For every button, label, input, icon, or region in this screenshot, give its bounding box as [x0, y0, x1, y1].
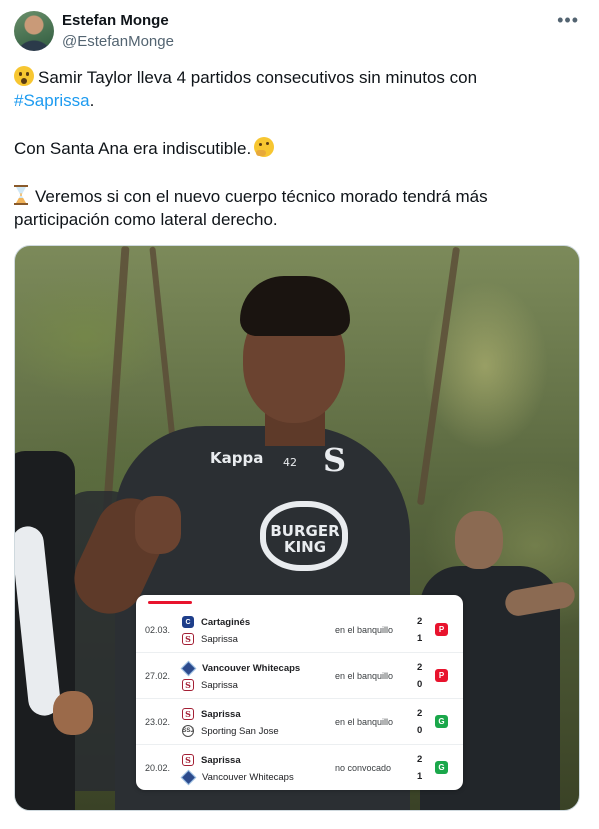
sponsor-logo-line2: KING	[283, 538, 327, 556]
author-handle[interactable]: @EstefanMonge	[62, 33, 174, 50]
club-crest-logo: S	[323, 441, 347, 479]
match-row[interactable]: 23.02. S Saprissa SSJ Sporting San Jose en el…	[136, 699, 463, 745]
saprissa-crest-icon: S	[182, 708, 194, 720]
match-row[interactable]: 27.02. Vancouver Whitecaps S Saprissa en el …	[136, 653, 463, 699]
away-team-name: Sporting San Jose	[201, 725, 279, 737]
player-status: en el banquillo	[335, 625, 394, 635]
sporting-san-jose-crest-icon: SSJ	[182, 725, 194, 737]
saprissa-crest-icon: S	[182, 679, 194, 691]
player-status: en el banquillo	[335, 717, 394, 727]
away-score: 0	[417, 725, 423, 736]
tree-trunk	[416, 246, 461, 506]
home-score: 2	[417, 708, 423, 719]
tweet-line-1-text: Samir Taylor lleva 4 partidos consecutiv…	[38, 68, 478, 87]
cartagines-crest-icon: C	[182, 616, 194, 628]
background-player-head	[455, 511, 503, 569]
tweet-line-3-text: Veremos si con el nuevo cuerpo técnico m…	[14, 187, 488, 229]
tweet-line-1-end: .	[89, 91, 95, 110]
hourglass-icon	[14, 185, 28, 205]
saprissa-crest-icon: S	[182, 754, 194, 766]
tweet-line-3: Veremos si con el nuevo cuerpo técnico m…	[14, 185, 574, 231]
away-score: 1	[417, 633, 423, 644]
tweet-photo[interactable]: Kappa 42 S BURGER KING 02.03. C Cartaginés…	[14, 245, 580, 811]
player-status: no convocado	[335, 763, 392, 773]
away-team: Vancouver Whitecaps	[180, 769, 294, 785]
home-team: S Saprissa	[182, 707, 241, 721]
away-team: SSJ Sporting San Jose	[182, 724, 279, 738]
away-team-name: Saprissa	[201, 633, 238, 645]
kit-brand-logo: Kappa	[210, 449, 264, 467]
away-team: S Saprissa	[182, 678, 238, 692]
match-date: 23.02.	[145, 717, 171, 727]
away-score: 0	[417, 679, 423, 690]
more-horizontal-icon[interactable]: •••	[557, 10, 579, 31]
player-hand	[135, 496, 181, 554]
face-with-open-mouth-icon	[14, 66, 34, 86]
vancouver-whitecaps-crest-icon	[180, 769, 197, 785]
home-team-name: Saprissa	[201, 754, 241, 766]
tweet-line-2-text: Con Santa Ana era indiscutible.	[14, 139, 252, 158]
result-badge: P	[435, 623, 448, 636]
match-row[interactable]: 02.03. C Cartaginés S Saprissa en el banquill…	[136, 607, 463, 653]
sponsor-logo: BURGER KING	[263, 523, 347, 555]
match-date: 27.02.	[145, 671, 171, 681]
thinking-face-icon	[254, 137, 275, 157]
card-accent-bar	[148, 601, 192, 604]
match-history-card: 02.03. C Cartaginés S Saprissa en el banquill…	[136, 595, 463, 790]
match-row[interactable]: 20.02. S Saprissa Vancouver Whitecaps no con…	[136, 745, 463, 790]
home-score: 2	[417, 616, 423, 627]
jersey-number: 42	[283, 456, 297, 469]
tweet-line-1: Samir Taylor lleva 4 partidos consecutiv…	[14, 66, 574, 112]
home-score: 2	[417, 662, 423, 673]
away-team-name: Vancouver Whitecaps	[202, 771, 294, 783]
tweet: Estefan Monge @EstefanMonge ••• Samir Ta…	[0, 0, 599, 829]
match-date: 20.02.	[145, 763, 171, 773]
avatar[interactable]	[14, 11, 54, 51]
vancouver-whitecaps-crest-icon	[180, 660, 197, 676]
home-score: 2	[417, 754, 423, 765]
away-score: 1	[417, 771, 423, 782]
match-date: 02.03.	[145, 625, 171, 635]
result-badge: G	[435, 715, 448, 728]
home-team-name: Cartaginés	[201, 616, 251, 628]
home-team: S Saprissa	[182, 753, 241, 767]
away-team: S Saprissa	[182, 632, 238, 646]
sponsor-logo-line1: BURGER	[270, 522, 340, 540]
hashtag-link[interactable]: #Saprissa	[14, 91, 90, 110]
home-team-name: Saprissa	[201, 708, 241, 720]
tweet-line-2: Con Santa Ana era indiscutible.	[14, 137, 574, 160]
away-team-name: Saprissa	[201, 679, 238, 691]
saprissa-crest-icon: S	[182, 633, 194, 645]
tweet-text: Samir Taylor lleva 4 partidos consecutiv…	[14, 66, 574, 231]
result-badge: G	[435, 761, 448, 774]
home-team: Vancouver Whitecaps	[180, 660, 301, 676]
result-badge: P	[435, 669, 448, 682]
author-name[interactable]: Estefan Monge	[62, 12, 169, 29]
player-status: en el banquillo	[335, 671, 394, 681]
home-team: C Cartaginés	[182, 615, 250, 629]
player-hair	[240, 276, 350, 336]
home-team-name: Vancouver Whitecaps	[202, 662, 301, 674]
